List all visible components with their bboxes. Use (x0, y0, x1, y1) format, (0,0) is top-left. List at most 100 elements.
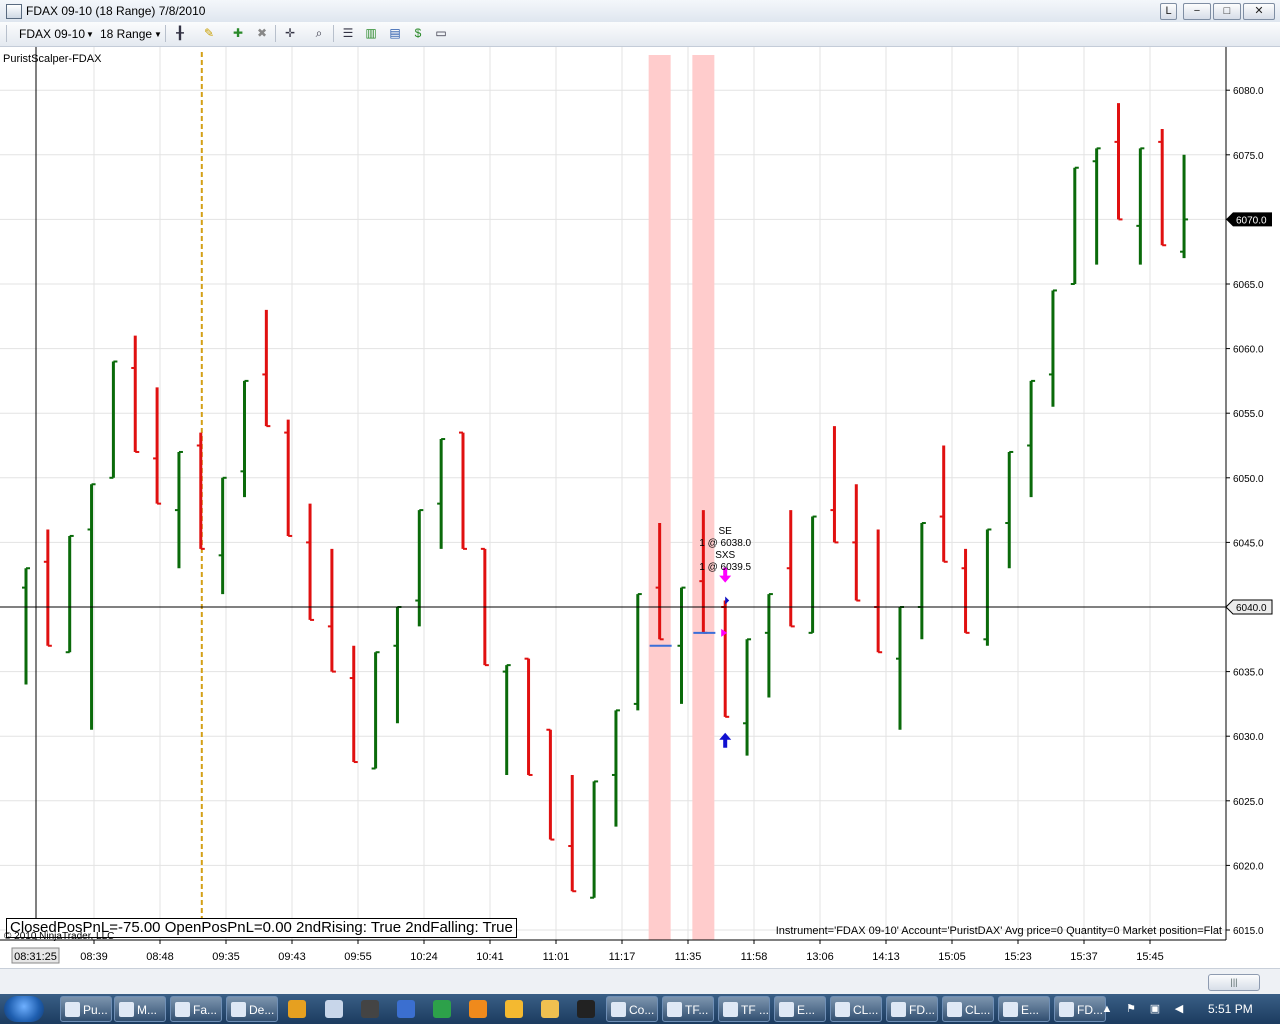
close-button[interactable]: ✕ (1243, 3, 1275, 20)
window-title: FDAX 09-10 (18 Range) 7/8/2010 (26, 4, 206, 18)
properties-icon[interactable]: ☰ (340, 25, 356, 41)
chart-background (0, 47, 1280, 967)
time-tick-label: 08:39 (80, 951, 108, 963)
dollar-icon[interactable]: $ (410, 25, 426, 41)
time-tick-label: 15:23 (1004, 951, 1032, 963)
quicklaunch-camera-icon[interactable] (361, 1000, 379, 1018)
quicklaunch-tool-icon[interactable] (397, 1000, 415, 1018)
bar-type-icon[interactable]: ╂ (172, 25, 188, 41)
chevron-down-icon[interactable]: ▼ (86, 30, 94, 39)
time-tick-label: 09:35 (212, 951, 240, 963)
trade-annotation-label: 1 @ 6039.5 (699, 562, 751, 573)
quicklaunch-media-icon[interactable] (288, 1000, 306, 1018)
minimize-button[interactable]: − (1183, 3, 1211, 20)
zoom-in-icon[interactable]: ✚ (230, 25, 246, 41)
crosshair-icon[interactable]: ✛ (282, 25, 298, 41)
network-icon[interactable]: ▣ (1148, 1002, 1162, 1016)
taskbar-app-icon (835, 1002, 850, 1017)
price-tick-label: 6050.0 (1233, 474, 1264, 485)
price-tick-label: 6060.0 (1233, 345, 1264, 356)
trade-annotation-label: SE (719, 526, 733, 537)
maximize-button[interactable]: □ (1213, 3, 1241, 20)
toolbar-separator (333, 25, 334, 42)
taskbar-item-label: De... (249, 1003, 275, 1017)
time-tick-label: 15:05 (938, 951, 966, 963)
trade-annotation-label: 1 @ 6038.0 (699, 538, 751, 549)
taskbar-item[interactable]: CL... (830, 996, 882, 1022)
pencil-icon[interactable]: ✎ (201, 25, 217, 41)
taskbar-item[interactable]: M... (114, 996, 166, 1022)
link-button[interactable]: L (1160, 3, 1177, 20)
taskbar-item[interactable]: Fa... (170, 996, 222, 1022)
chevron-down-icon[interactable]: ▼ (154, 30, 162, 39)
volume-icon[interactable]: ◀ (1172, 1002, 1186, 1016)
taskbar-item[interactable]: FD... (886, 996, 938, 1022)
taskbar-item-label: TF ... (741, 1003, 769, 1017)
price-tick-label: 6075.0 (1233, 151, 1264, 162)
copyright-text: © 2010 NinjaTrader, LLC (4, 931, 115, 942)
quicklaunch-chat-icon[interactable] (505, 1000, 523, 1018)
taskbar-app-icon (667, 1002, 682, 1017)
taskbar-app-icon (779, 1002, 794, 1017)
taskbar-item[interactable]: TF... (662, 996, 714, 1022)
taskbar-item-label: Pu... (83, 1003, 108, 1017)
taskbar-item[interactable]: FD... (1054, 996, 1106, 1022)
taskbar-item[interactable]: CL... (942, 996, 994, 1022)
data-box-icon[interactable]: ▭ (433, 25, 449, 41)
time-tick-label: 10:24 (410, 951, 438, 963)
quicklaunch-vlc-icon[interactable] (469, 1000, 487, 1018)
taskbar-item[interactable]: Pu... (60, 996, 112, 1022)
tray-clock[interactable]: 5:51 PM (1208, 1002, 1253, 1016)
quicklaunch-black-icon[interactable] (577, 1000, 595, 1018)
time-tick-label: 15:37 (1070, 951, 1098, 963)
zoom-out-icon[interactable]: ✖ (254, 25, 270, 41)
taskbar-item[interactable]: TF ... (718, 996, 770, 1022)
quicklaunch-green-icon[interactable] (433, 1000, 451, 1018)
time-tick-label: 09:55 (344, 951, 372, 963)
tray-expand-icon[interactable]: ▲ (1100, 1002, 1114, 1016)
price-tick-label: 6045.0 (1233, 538, 1264, 549)
time-tick-label: 11:01 (543, 951, 570, 963)
taskbar-item[interactable]: Co... (606, 996, 658, 1022)
taskbar-item[interactable]: E... (998, 996, 1050, 1022)
taskbar-app-icon (175, 1002, 190, 1017)
time-tick-label: 13:06 (806, 951, 834, 963)
title-bar: FDAX 09-10 (18 Range) 7/8/2010 L − □ ✕ (0, 0, 1280, 23)
account-info: Instrument='FDAX 09-10' Account='PuristD… (775, 925, 1222, 937)
taskbar-app-icon (891, 1002, 906, 1017)
time-tick-label: 15:45 (1136, 951, 1164, 963)
start-button[interactable] (4, 996, 44, 1022)
chart-app-icon (6, 4, 22, 19)
indicators-icon[interactable]: ▥ (363, 25, 379, 41)
taskbar-item-label: Fa... (193, 1003, 218, 1017)
time-tick-label: 09:43 (278, 951, 306, 963)
instrument-selector[interactable]: FDAX 09-10 (19, 27, 85, 41)
toolbar-grip (6, 25, 7, 42)
horizontal-scrollbar[interactable]: ||| (0, 968, 1280, 995)
price-tick-label: 6030.0 (1233, 732, 1264, 743)
last-price-label: 6070.0 (1236, 215, 1267, 226)
crosshair-time-label: 08:31:25 (14, 951, 57, 963)
quicklaunch-app-icon[interactable] (325, 1000, 343, 1018)
flag-icon[interactable]: ⚑ (1124, 1002, 1138, 1016)
chart-area[interactable]: SE 1 @ 6038.0 SXS 1 @ 6039.5 6015.0 6020.0 60… (0, 47, 1280, 967)
scrollbar-thumb[interactable]: ||| (1208, 974, 1260, 991)
magnifier-icon[interactable]: ⌕ (311, 25, 327, 41)
taskbar-item-label: CL... (853, 1003, 879, 1017)
price-tick-label: 6035.0 (1233, 668, 1264, 679)
price-chart[interactable]: SE1 @ 6038.0SXS1 @ 6039.5 6015.0 6020.0 60… (0, 47, 1280, 967)
toolbar-separator (165, 25, 166, 42)
quicklaunch-edit-icon[interactable] (541, 1000, 559, 1018)
price-tick-label: 6065.0 (1233, 280, 1264, 291)
strategies-icon[interactable]: ▤ (387, 25, 403, 41)
taskbar: Pu... M... Fa... De... Co... TF... TF ... E... C… (0, 994, 1280, 1024)
taskbar-app-icon (1059, 1002, 1074, 1017)
taskbar-item-label: E... (1021, 1003, 1040, 1017)
taskbar-item[interactable]: De... (226, 996, 278, 1022)
taskbar-app-icon (119, 1002, 134, 1017)
taskbar-item[interactable]: E... (774, 996, 826, 1022)
indicator-label: PuristScalper-FDAX (3, 53, 102, 65)
price-tick-label: 6055.0 (1233, 409, 1264, 420)
period-selector[interactable]: 18 Range (100, 27, 152, 41)
taskbar-item-label: CL... (965, 1003, 991, 1017)
